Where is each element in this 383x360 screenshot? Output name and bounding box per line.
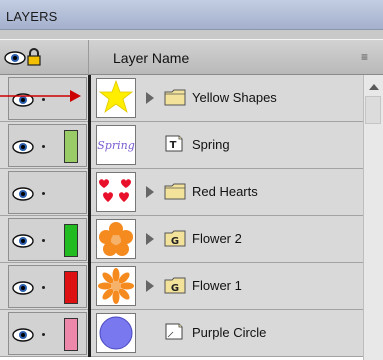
group-letter: G (171, 283, 179, 294)
spring-thumbnail-text: Spring (97, 139, 134, 152)
layer-controls (8, 171, 87, 214)
text-layer-icon: T (164, 135, 184, 156)
layer-thumbnail-yellow-star (96, 78, 136, 118)
layer-color-swatch[interactable] (64, 130, 78, 163)
lock-toggle-dot[interactable] (42, 333, 45, 336)
visibility-eye-icon[interactable] (12, 234, 34, 251)
layer-color-swatch[interactable] (64, 271, 78, 304)
panel-title: LAYERS (6, 9, 58, 24)
header-column-separator (88, 40, 89, 76)
layers-list: Yellow Shapes Spring T Spring Red Hearts… (0, 75, 363, 360)
folder-icon (164, 182, 186, 203)
lock-toggle-dot[interactable] (42, 239, 45, 242)
group-letter: G (171, 236, 179, 247)
folder-icon (164, 88, 186, 109)
scrollbar-thumb[interactable] (365, 96, 381, 124)
layer-name: Yellow Shapes (192, 90, 277, 105)
layer-row-flower-2[interactable]: G Flower 2 (0, 216, 363, 263)
row-divider (88, 310, 91, 357)
visibility-eye-icon[interactable] (12, 140, 34, 157)
layer-controls (8, 265, 87, 308)
visibility-eye-icon[interactable] (12, 328, 34, 345)
visibility-eye-icon[interactable] (12, 187, 34, 204)
panel-menu-icon[interactable]: ≡ (361, 50, 368, 64)
row-divider (88, 122, 91, 169)
layer-name: Spring (192, 137, 230, 152)
layer-thumbnail-orange-flower-small (96, 266, 136, 306)
layers-panel: LAYERS Layer Name ≡ Yellow Shapes Spring… (0, 0, 383, 360)
row-divider (88, 75, 91, 122)
panel-title-bar[interactable]: LAYERS (0, 0, 383, 30)
shape-layer-icon (164, 323, 184, 344)
layer-controls (8, 218, 87, 261)
layer-thumbnail-orange-flower (96, 219, 136, 259)
group-icon: G (164, 276, 186, 297)
layer-row-flower-1[interactable]: G Flower 1 (0, 263, 363, 310)
layer-row-purple-circle[interactable]: Purple Circle (0, 310, 363, 357)
layers-column-header: Layer Name ≡ (0, 39, 383, 76)
row-divider (88, 263, 91, 310)
layer-color-swatch[interactable] (64, 318, 78, 351)
row-divider (88, 169, 91, 216)
lock-column-padlock-icon[interactable] (27, 48, 41, 69)
text-layer-letter: T (170, 140, 177, 151)
expand-triangle-icon[interactable] (146, 233, 154, 245)
layer-name: Flower 1 (192, 278, 242, 293)
layer-controls (8, 312, 87, 355)
layer-color-swatch[interactable] (64, 224, 78, 257)
layer-thumbnail-red-hearts (96, 172, 136, 212)
layer-name: Purple Circle (192, 325, 267, 340)
layer-name: Flower 2 (192, 231, 242, 246)
expand-triangle-icon[interactable] (146, 280, 154, 292)
visibility-column-eye-icon[interactable] (4, 51, 26, 68)
expand-triangle-icon[interactable] (146, 92, 154, 104)
lock-toggle-dot[interactable] (42, 145, 45, 148)
layer-row-red-hearts[interactable]: Red Hearts (0, 169, 363, 216)
layer-row-spring[interactable]: Spring T Spring (0, 122, 363, 169)
annotation-arrow (0, 90, 81, 102)
lock-toggle-dot[interactable] (42, 286, 45, 289)
layer-thumbnail-purple-circle (96, 313, 136, 353)
layer-controls (8, 124, 87, 167)
lock-toggle-dot[interactable] (42, 192, 45, 195)
visibility-eye-icon[interactable] (12, 281, 34, 298)
layer-name: Red Hearts (192, 184, 258, 199)
group-icon: G (164, 229, 186, 250)
row-divider (88, 216, 91, 263)
expand-triangle-icon[interactable] (146, 186, 154, 198)
layer-thumbnail-spring-text: Spring (96, 125, 136, 165)
scroll-up-arrow[interactable] (369, 84, 379, 90)
layer-name-column-label: Layer Name (113, 50, 190, 66)
